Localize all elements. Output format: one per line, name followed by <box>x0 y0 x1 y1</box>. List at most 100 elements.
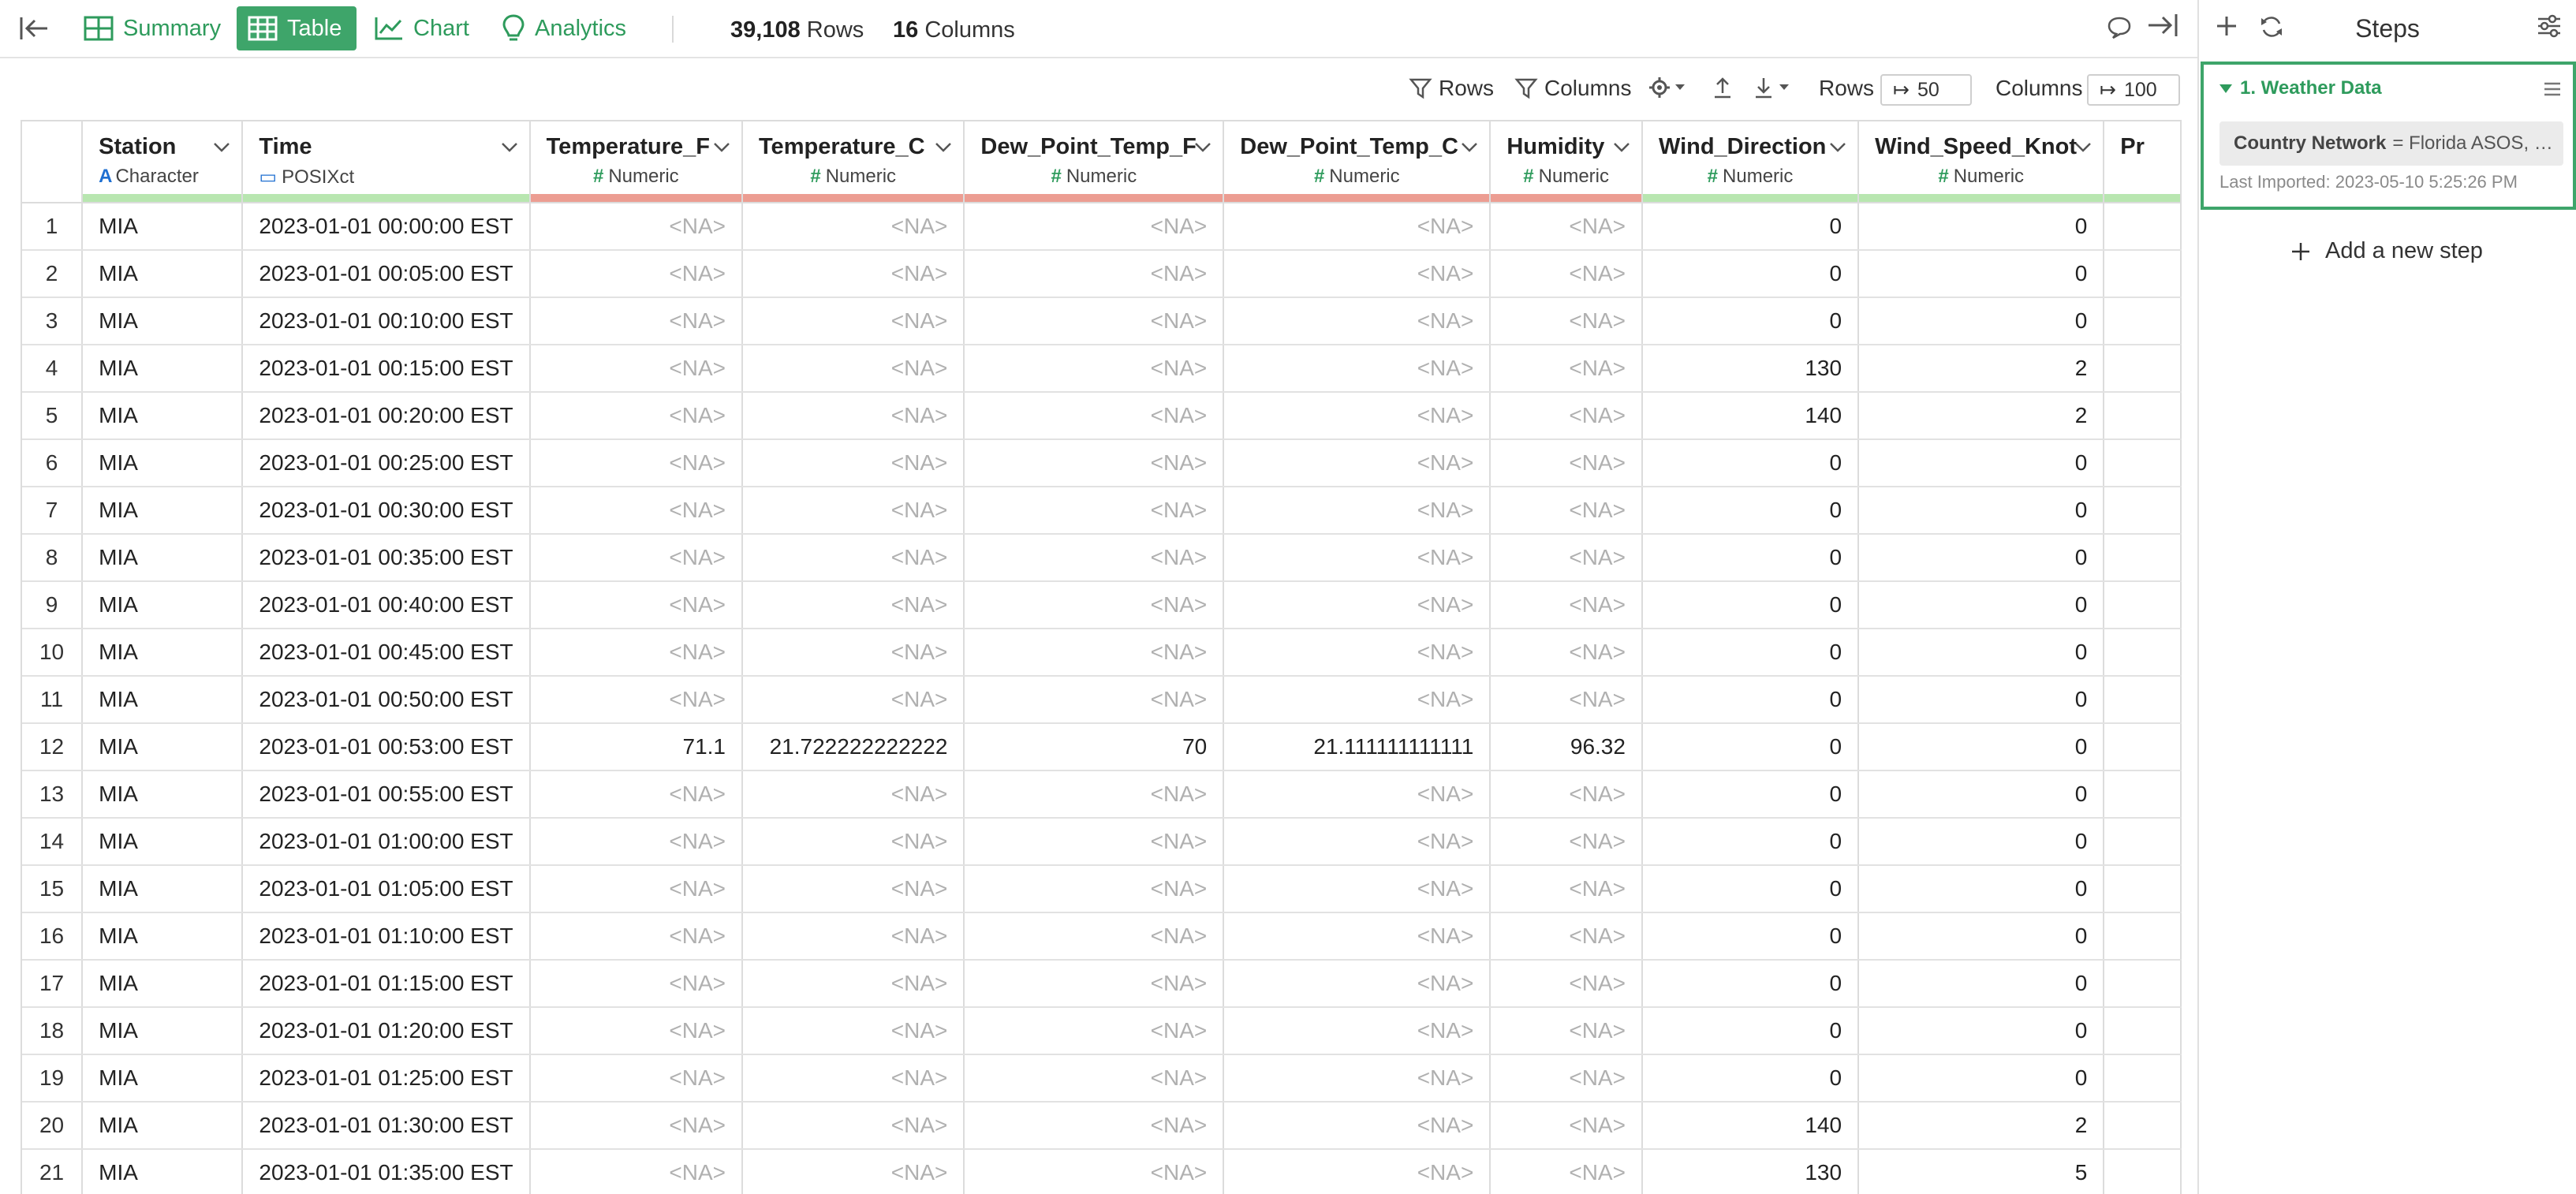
table-cell[interactable]: <NA> <box>742 1007 965 1055</box>
table-cell[interactable]: MIA <box>82 771 244 819</box>
table-cell[interactable]: 0 <box>1641 250 1860 298</box>
table-cell[interactable]: <NA> <box>1223 439 1491 487</box>
table-cell[interactable]: <NA> <box>742 818 965 866</box>
table-cell[interactable]: <NA> <box>1490 581 1643 629</box>
columns-limit-input[interactable]: ↦ 100 <box>2087 74 2180 106</box>
table-cell[interactable]: <NA> <box>742 676 965 724</box>
table-cell[interactable]: 0 <box>1641 534 1860 582</box>
table-cell[interactable]: <NA> <box>742 487 965 535</box>
table-cell[interactable]: <NA> <box>1490 345 1643 393</box>
table-cell[interactable]: 2 <box>1858 392 2105 440</box>
table-cell[interactable]: <NA> <box>742 629 965 677</box>
table-cell[interactable]: <NA> <box>529 771 744 819</box>
table-cell[interactable]: <NA> <box>964 865 1225 913</box>
chevron-down-icon[interactable] <box>1613 142 1630 153</box>
table-cell[interactable]: <NA> <box>529 865 744 913</box>
table-cell[interactable]: <NA> <box>529 1007 744 1055</box>
step-card[interactable]: 1. Weather Data Country Network = Florid… <box>2201 62 2576 210</box>
sliders-icon[interactable] <box>2537 14 2562 42</box>
table-cell[interactable]: <NA> <box>742 250 965 298</box>
table-cell[interactable]: 140 <box>1641 392 1860 440</box>
table-cell[interactable]: <NA> <box>1223 534 1491 582</box>
table-row[interactable]: 12 MIA 2023-01-01 00:53:00 EST 71.1 21.72222… <box>22 723 2182 771</box>
table-cell[interactable]: 0 <box>1641 865 1860 913</box>
table-cell[interactable]: <NA> <box>1223 487 1491 535</box>
table-cell[interactable]: <NA> <box>964 250 1225 298</box>
table-cell[interactable] <box>2104 912 2182 961</box>
table-cell[interactable]: MIA <box>82 439 244 487</box>
table-row[interactable]: 9 MIA 2023-01-01 00:40:00 EST <NA> <NA> <NA> <… <box>22 581 2182 629</box>
column-header[interactable]: Station A Character <box>82 120 244 203</box>
table-cell[interactable]: 0 <box>1641 297 1860 345</box>
table-cell[interactable]: <NA> <box>964 345 1225 393</box>
table-cell[interactable]: <NA> <box>742 392 965 440</box>
tab-table[interactable]: Table <box>237 6 357 50</box>
table-cell[interactable]: 2023-01-01 01:15:00 EST <box>242 960 531 1008</box>
add-step-button[interactable]: Add a new step <box>2290 238 2483 264</box>
column-header[interactable]: Time ▭ POSIXct <box>242 120 531 203</box>
column-header[interactable]: Temperature_C # Numeric <box>742 120 965 203</box>
table-cell[interactable]: 0 <box>1641 818 1860 866</box>
table-cell[interactable]: <NA> <box>964 581 1225 629</box>
table-cell[interactable]: <NA> <box>1223 1054 1491 1103</box>
table-cell[interactable]: MIA <box>82 960 244 1008</box>
table-cell[interactable]: <NA> <box>1490 392 1643 440</box>
table-cell[interactable]: <NA> <box>964 439 1225 487</box>
table-cell[interactable]: <NA> <box>1490 487 1643 535</box>
table-cell[interactable]: 2023-01-01 01:25:00 EST <box>242 1054 531 1103</box>
table-cell[interactable]: 0 <box>1858 818 2105 866</box>
collapse-sidebar-icon[interactable] <box>16 13 54 44</box>
table-cell[interactable]: <NA> <box>529 818 744 866</box>
table-cell[interactable]: <NA> <box>1223 865 1491 913</box>
table-cell[interactable]: 0 <box>1858 1054 2105 1103</box>
table-cell[interactable]: 2023-01-01 00:45:00 EST <box>242 629 531 677</box>
column-header[interactable]: Pr <box>2104 120 2182 203</box>
table-row[interactable]: 16 MIA 2023-01-01 01:10:00 EST <NA> <NA> <NA>… <box>22 912 2182 961</box>
table-cell[interactable]: <NA> <box>1223 581 1491 629</box>
table-cell[interactable]: 2023-01-01 00:55:00 EST <box>242 771 531 819</box>
table-cell[interactable]: 0 <box>1641 676 1860 724</box>
table-cell[interactable]: 0 <box>1858 250 2105 298</box>
table-cell[interactable]: <NA> <box>1490 1102 1643 1150</box>
table-cell[interactable]: <NA> <box>1223 960 1491 1008</box>
table-cell[interactable]: 0 <box>1858 629 2105 677</box>
table-row[interactable]: 10 MIA 2023-01-01 00:45:00 EST <NA> <NA> <NA>… <box>22 629 2182 677</box>
table-cell[interactable]: 0 <box>1858 203 2105 251</box>
table-cell[interactable]: <NA> <box>1223 1007 1491 1055</box>
table-row[interactable]: 1 MIA 2023-01-01 00:00:00 EST <NA> <NA> <NA> <… <box>22 203 2182 251</box>
table-cell[interactable]: MIA <box>82 912 244 961</box>
table-cell[interactable]: 2023-01-01 00:05:00 EST <box>242 250 531 298</box>
table-cell[interactable]: <NA> <box>742 439 965 487</box>
columns-filter-button[interactable]: Columns <box>1514 76 1631 101</box>
table-cell[interactable] <box>2104 676 2182 724</box>
table-cell[interactable]: 130 <box>1641 345 1860 393</box>
column-header[interactable]: Wind_Direction # Numeric <box>1641 120 1860 203</box>
comment-icon[interactable] <box>2106 14 2133 41</box>
chevron-down-icon[interactable] <box>935 142 952 153</box>
table-cell[interactable] <box>2104 487 2182 535</box>
table-cell[interactable]: <NA> <box>1223 392 1491 440</box>
table-cell[interactable]: 2023-01-01 01:05:00 EST <box>242 865 531 913</box>
table-cell[interactable]: MIA <box>82 345 244 393</box>
table-row[interactable]: 6 MIA 2023-01-01 00:25:00 EST <NA> <NA> <NA> <… <box>22 439 2182 487</box>
table-cell[interactable]: 2023-01-01 00:50:00 EST <box>242 676 531 724</box>
table-cell[interactable]: <NA> <box>742 771 965 819</box>
table-cell[interactable]: <NA> <box>742 534 965 582</box>
table-cell[interactable]: <NA> <box>1223 912 1491 961</box>
chevron-down-icon[interactable] <box>1461 142 1478 153</box>
table-cell[interactable]: 2023-01-01 00:35:00 EST <box>242 534 531 582</box>
table-cell[interactable]: 0 <box>1641 487 1860 535</box>
table-cell[interactable]: <NA> <box>1490 865 1643 913</box>
table-cell[interactable]: <NA> <box>1223 818 1491 866</box>
table-cell[interactable]: <NA> <box>529 250 744 298</box>
table-row[interactable]: 21 MIA 2023-01-01 01:35:00 EST <NA> <NA> <NA>… <box>22 1149 2182 1194</box>
chevron-down-icon[interactable] <box>501 142 518 153</box>
table-cell[interactable]: <NA> <box>1490 439 1643 487</box>
table-cell[interactable]: MIA <box>82 392 244 440</box>
table-cell[interactable]: <NA> <box>742 1102 965 1150</box>
table-cell[interactable]: MIA <box>82 629 244 677</box>
table-cell[interactable]: 0 <box>1641 771 1860 819</box>
table-cell[interactable]: <NA> <box>1223 629 1491 677</box>
table-cell[interactable]: <NA> <box>1223 1149 1491 1194</box>
table-cell[interactable]: <NA> <box>529 392 744 440</box>
